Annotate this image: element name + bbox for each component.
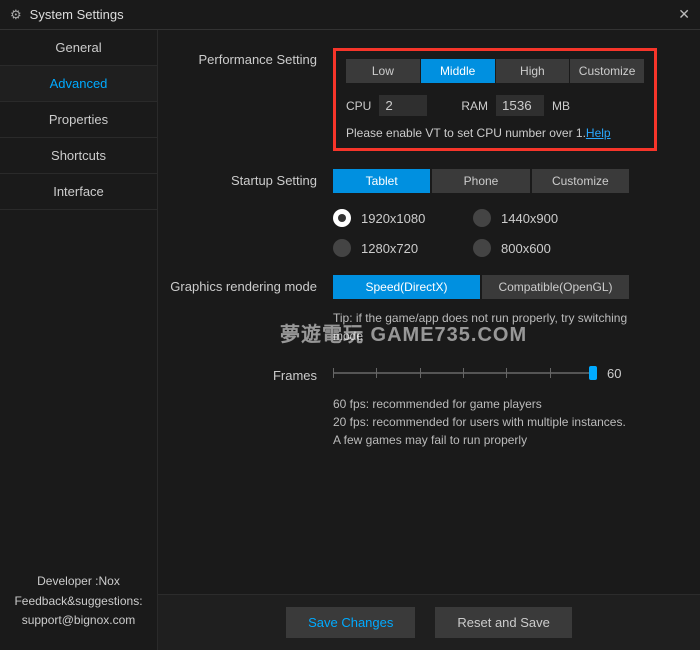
save-changes-button[interactable]: Save Changes (286, 607, 415, 638)
sidebar-footer: Developer :Nox Feedback&suggestions: sup… (0, 562, 157, 650)
radio-icon (333, 209, 351, 227)
resolution-label: 800x600 (501, 241, 551, 256)
startup-mode-group: Tablet Phone Customize (333, 169, 629, 193)
resolution-1920x1080[interactable]: 1920x1080 (333, 209, 473, 227)
frames-tip-3: A few games may fail to run properly (333, 431, 653, 449)
titlebar: ⚙ System Settings ✕ (0, 0, 700, 30)
gear-icon: ⚙ (10, 7, 22, 23)
radio-icon (333, 239, 351, 257)
radio-icon (473, 239, 491, 257)
slider-thumb[interactable] (589, 366, 597, 380)
resolution-800x600[interactable]: 800x600 (473, 239, 613, 257)
frames-value: 60 (607, 366, 621, 381)
resolution-label: 1920x1080 (361, 211, 425, 226)
vt-message: Please enable VT to set CPU number over … (346, 126, 586, 140)
sidebar: General Advanced Properties Shortcuts In… (0, 30, 158, 650)
resolution-label: 1280x720 (361, 241, 418, 256)
graphics-label: Graphics rendering mode (158, 275, 333, 345)
frames-slider[interactable] (333, 363, 593, 383)
graphics-mode-group: Speed(DirectX) Compatible(OpenGL) (333, 275, 629, 299)
close-icon[interactable]: ✕ (678, 6, 690, 23)
startup-customize-button[interactable]: Customize (532, 169, 629, 193)
performance-label: Performance Setting (158, 48, 333, 151)
developer-label: Developer :Nox (8, 572, 149, 591)
perf-customize-button[interactable]: Customize (570, 59, 644, 83)
window-title: System Settings (30, 7, 679, 22)
perf-middle-button[interactable]: Middle (421, 59, 495, 83)
resolution-label: 1440x900 (501, 211, 558, 226)
resolution-1440x900[interactable]: 1440x900 (473, 209, 613, 227)
sidebar-item-advanced[interactable]: Advanced (0, 66, 157, 102)
graphics-tip: Tip: if the game/app does not run proper… (333, 309, 653, 345)
perf-high-button[interactable]: High (496, 59, 570, 83)
sidebar-item-properties[interactable]: Properties (0, 102, 157, 138)
startup-phone-button[interactable]: Phone (432, 169, 529, 193)
sidebar-item-general[interactable]: General (0, 30, 157, 66)
cpu-label: CPU (346, 99, 371, 113)
radio-icon (473, 209, 491, 227)
startup-label: Startup Setting (158, 169, 333, 257)
perf-low-button[interactable]: Low (346, 59, 420, 83)
ram-label: RAM (461, 99, 488, 113)
frames-tip-1: 60 fps: recommended for game players (333, 395, 653, 413)
cpu-input[interactable] (379, 95, 427, 116)
graphics-speed-button[interactable]: Speed(DirectX) (333, 275, 480, 299)
frames-tip-2: 20 fps: recommended for users with multi… (333, 413, 653, 431)
ram-unit: MB (552, 99, 570, 113)
footer-bar: Save Changes Reset and Save (158, 594, 700, 650)
startup-tablet-button[interactable]: Tablet (333, 169, 430, 193)
vt-help-link[interactable]: Help (586, 126, 611, 140)
sidebar-item-shortcuts[interactable]: Shortcuts (0, 138, 157, 174)
graphics-compat-button[interactable]: Compatible(OpenGL) (482, 275, 629, 299)
sidebar-item-interface[interactable]: Interface (0, 174, 157, 210)
support-email: support@bignox.com (8, 611, 149, 630)
frames-label: Frames (158, 364, 333, 383)
reset-and-save-button[interactable]: Reset and Save (435, 607, 572, 638)
ram-input[interactable] (496, 95, 544, 116)
feedback-label: Feedback&suggestions: (8, 592, 149, 611)
performance-level-group: Low Middle High Customize (346, 59, 644, 83)
performance-highlight-box: Low Middle High Customize CPU RAM (333, 48, 657, 151)
resolution-1280x720[interactable]: 1280x720 (333, 239, 473, 257)
